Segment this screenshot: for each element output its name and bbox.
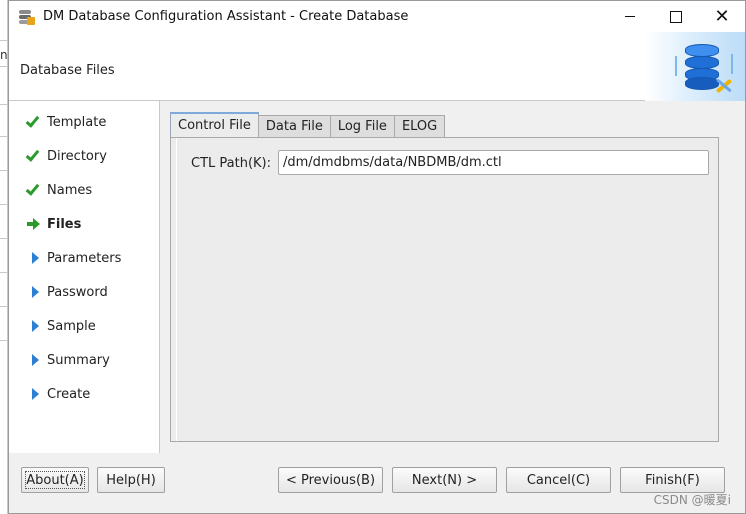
control-file-panel: CTL Path(K): (170, 137, 719, 442)
window-controls: ✕ (607, 1, 745, 32)
step-label: Sample (47, 318, 96, 334)
background-window-glyph: n (0, 48, 8, 62)
next-button[interactable]: Next(N) > (392, 467, 497, 493)
ctl-path-input[interactable] (278, 150, 709, 175)
page-header: Database Files (9, 32, 745, 101)
triangle-right-icon (32, 252, 39, 264)
background-divider (0, 136, 8, 137)
content-area: Control File Data File Log File ELOG CTL… (160, 101, 745, 453)
step-label: Directory (47, 148, 107, 164)
step-label: Files (47, 216, 82, 232)
tab-control-file[interactable]: Control File (170, 112, 259, 137)
cancel-button[interactable]: Cancel(C) (506, 467, 611, 493)
minimize-button[interactable] (607, 1, 653, 32)
arrow-right-icon (27, 218, 41, 230)
background-divider (0, 104, 8, 105)
step-label: Summary (47, 352, 110, 368)
step-files: Files (25, 214, 81, 234)
check-icon (25, 146, 40, 162)
step-create: Create (25, 384, 90, 404)
close-button[interactable]: ✕ (699, 1, 745, 32)
panel-body: CTL Path(K): (176, 138, 713, 441)
check-icon (25, 112, 40, 128)
background-divider (0, 306, 8, 307)
tab-elog[interactable]: ELOG (393, 115, 446, 137)
step-label: Parameters (47, 250, 122, 266)
database-config-icon (645, 32, 745, 101)
step-password: Password (25, 282, 108, 302)
tab-log-file[interactable]: Log File (329, 115, 395, 137)
triangle-right-icon (32, 388, 39, 400)
step-label: Password (47, 284, 108, 300)
step-names: Names (25, 180, 92, 200)
about-button[interactable]: About(A) (21, 467, 89, 493)
step-directory: Directory (25, 146, 107, 166)
file-tabs: Control File Data File Log File ELOG (170, 112, 446, 137)
triangle-right-icon (32, 320, 39, 332)
step-sample: Sample (25, 316, 96, 336)
background-divider (0, 272, 8, 273)
dialog-window: DM Database Configuration Assistant - Cr… (8, 0, 746, 514)
window-title: DM Database Configuration Assistant - Cr… (43, 9, 409, 24)
tab-data-file[interactable]: Data File (257, 115, 331, 137)
background-divider (0, 66, 8, 67)
watermark-text: CSDN @暖夏i (653, 493, 731, 507)
background-divider (0, 340, 8, 341)
title-bar[interactable]: DM Database Configuration Assistant - Cr… (9, 1, 745, 32)
triangle-right-icon (32, 354, 39, 366)
finish-button[interactable]: Finish(F) (620, 467, 725, 493)
app-icon (17, 8, 37, 26)
step-label: Template (47, 114, 107, 130)
page-title: Database Files (20, 63, 115, 78)
step-summary: Summary (25, 350, 110, 370)
wizard-steps: Template Directory Names Files Parameter… (9, 101, 160, 453)
background-divider (0, 40, 8, 41)
background-divider (0, 204, 8, 205)
button-bar: About(A) Help(H) < Previous(B) Next(N) >… (9, 453, 745, 513)
step-label: Create (47, 386, 91, 402)
ctl-path-label: CTL Path(K): (191, 156, 271, 171)
background-divider (0, 170, 8, 171)
background-window-strip: n (0, 0, 8, 514)
step-label: Names (47, 182, 93, 198)
previous-button[interactable]: < Previous(B) (278, 467, 383, 493)
check-icon (25, 180, 40, 196)
step-parameters: Parameters (25, 248, 121, 268)
background-divider (0, 238, 8, 239)
help-button[interactable]: Help(H) (97, 467, 165, 493)
triangle-right-icon (32, 286, 39, 298)
maximize-button[interactable] (653, 1, 699, 32)
step-template: Template (25, 112, 106, 132)
